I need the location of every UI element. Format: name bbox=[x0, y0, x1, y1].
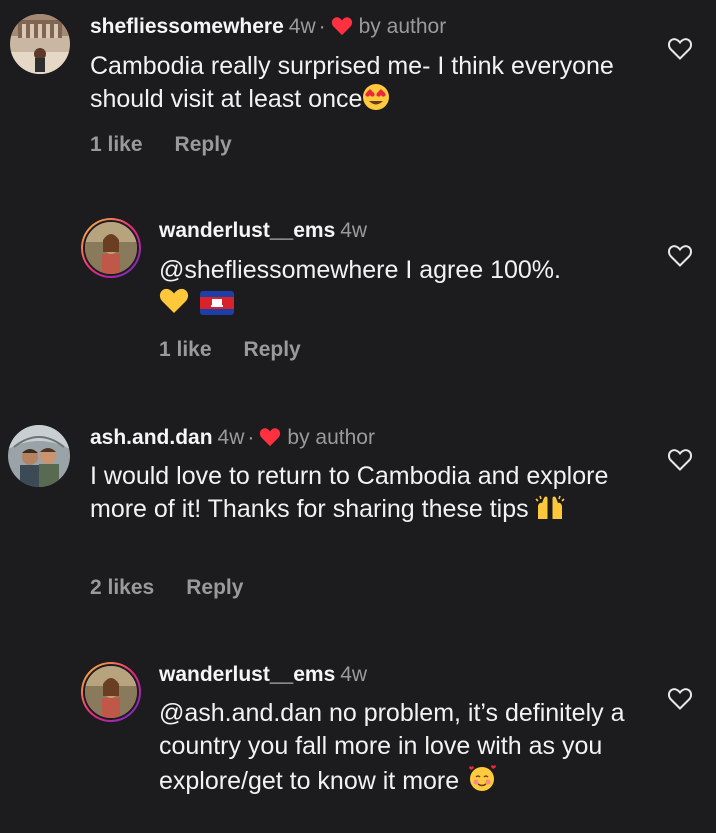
avatar-photo bbox=[8, 425, 70, 487]
username[interactable]: shefliessomewhere bbox=[90, 15, 284, 38]
avatar-photo bbox=[10, 14, 70, 74]
comment-text: Cambodia really surprised me- I think ev… bbox=[90, 50, 630, 116]
heart-outline-icon[interactable] bbox=[667, 37, 693, 61]
reply-button[interactable]: Reply bbox=[244, 338, 301, 361]
heart-filled-icon bbox=[331, 17, 352, 36]
comment-body: @shefliessomewhere I agree 100%. bbox=[159, 256, 561, 284]
avatar-photo bbox=[85, 666, 137, 718]
separator-dot: · bbox=[318, 15, 326, 38]
raising-hands-emoji bbox=[535, 495, 565, 519]
avatar[interactable] bbox=[8, 425, 70, 487]
avatar[interactable] bbox=[81, 662, 141, 722]
like-count[interactable]: 1 like bbox=[90, 133, 143, 156]
author-liked-label: by author bbox=[287, 426, 375, 449]
avatar-photo bbox=[85, 222, 137, 274]
comment-text: I would love to return to Cambodia and e… bbox=[90, 460, 610, 526]
reply-button[interactable]: Reply bbox=[186, 576, 243, 599]
timestamp: 4w bbox=[340, 663, 368, 686]
avatar[interactable] bbox=[81, 218, 141, 278]
cambodia-flag-emoji bbox=[199, 291, 234, 315]
heart-eyes-emoji bbox=[363, 84, 390, 110]
comment-body: Cambodia really surprised me- I think ev… bbox=[90, 52, 614, 113]
author-liked-label: by author bbox=[358, 15, 447, 38]
username[interactable]: wanderlust__ems bbox=[159, 663, 335, 686]
heart-outline-icon[interactable] bbox=[667, 244, 693, 268]
smiling-hearts-emoji bbox=[469, 765, 497, 791]
username[interactable]: ash.and.dan bbox=[90, 426, 213, 449]
comment-body: @ash.and.dan no problem, it’s definitely… bbox=[159, 699, 625, 795]
username[interactable]: wanderlust__ems bbox=[159, 219, 335, 242]
comment-text: @shefliessomewhere I agree 100%. bbox=[159, 254, 659, 320]
comment-body: I would love to return to Cambodia and e… bbox=[90, 462, 609, 523]
heart-filled-icon bbox=[260, 428, 281, 447]
reply-button[interactable]: Reply bbox=[175, 133, 232, 156]
avatar[interactable] bbox=[10, 14, 70, 74]
heart-outline-icon[interactable] bbox=[667, 448, 693, 472]
comment-text: @ash.and.dan no problem, it’s definitely… bbox=[159, 697, 629, 798]
like-count[interactable]: 1 like bbox=[159, 338, 212, 361]
timestamp: 4w bbox=[217, 426, 245, 449]
timestamp: 4w bbox=[340, 219, 368, 242]
timestamp: 4w bbox=[288, 15, 316, 38]
like-count[interactable]: 2 likes bbox=[90, 576, 154, 599]
heart-outline-icon[interactable] bbox=[667, 687, 693, 711]
separator-dot: · bbox=[247, 426, 255, 449]
yellow-heart-emoji bbox=[159, 288, 189, 313]
